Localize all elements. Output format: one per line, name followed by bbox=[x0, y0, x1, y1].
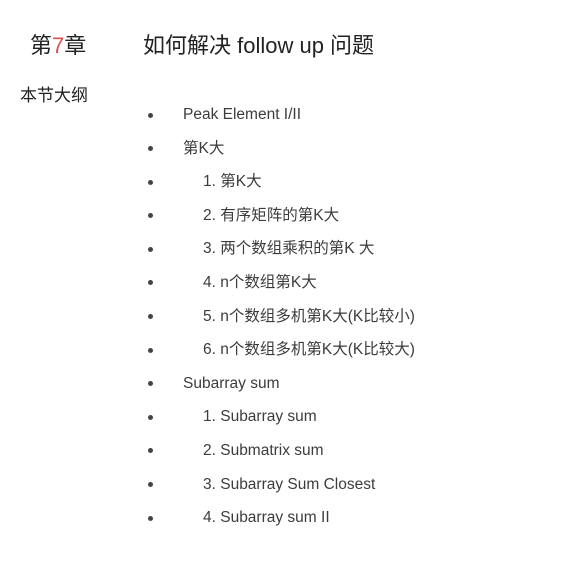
outline-item: 1. Subarray sum bbox=[0, 400, 568, 434]
bullet-icon bbox=[148, 414, 153, 420]
bullet-icon bbox=[148, 179, 153, 185]
outline-list: Peak Element I/II 第K大 1. 第K大 2. 有序矩阵的第K大… bbox=[0, 98, 568, 535]
bullet-icon bbox=[148, 347, 153, 353]
outline-item-text: 6. n个数组多机第K大(K比较大) bbox=[203, 341, 415, 359]
outline-item-text: Subarray sum bbox=[183, 374, 280, 392]
outline-item: 3. 两个数组乘积的第K 大 bbox=[0, 232, 568, 266]
bullet-icon bbox=[148, 213, 153, 219]
outline-item-text: 3. Subarray Sum Closest bbox=[203, 475, 376, 493]
outline-item-text: 4. n个数组第K大 bbox=[203, 273, 317, 291]
outline-item: 4. Subarray sum II bbox=[0, 501, 568, 535]
chapter-suffix: 章 bbox=[64, 33, 87, 58]
bullet-icon bbox=[148, 314, 153, 320]
outline-item-text: 3. 两个数组乘积的第K 大 bbox=[203, 240, 375, 258]
outline-item: 1. 第K大 bbox=[0, 165, 568, 199]
bullet-icon bbox=[148, 280, 153, 286]
bullet-icon bbox=[148, 246, 153, 252]
outline-item: 2. Submatrix sum bbox=[0, 434, 568, 468]
bullet-icon bbox=[148, 112, 153, 118]
outline-item-text: 5. n个数组多机第K大(K比较小) bbox=[203, 307, 415, 325]
outline-item-text: Peak Element I/II bbox=[183, 106, 302, 123]
bullet-icon bbox=[148, 381, 153, 387]
chapter-title: 如何解决 follow up 问题 bbox=[143, 33, 375, 58]
outline-item-text: 2. 有序矩阵的第K大 bbox=[203, 206, 340, 224]
chapter-label: 第7章 bbox=[30, 31, 86, 61]
outline-item: 5. n个数组多机第K大(K比较小) bbox=[0, 300, 568, 334]
outline-item: 第K大 bbox=[0, 132, 568, 166]
outline-item: Subarray sum bbox=[0, 367, 568, 401]
outline-item: 3. Subarray Sum Closest bbox=[0, 468, 568, 502]
bullet-icon bbox=[148, 448, 153, 454]
bullet-icon bbox=[148, 515, 153, 521]
outline-item: 4. n个数组第K大 bbox=[0, 266, 568, 300]
bullet-icon bbox=[148, 146, 153, 152]
outline-item-text: 1. Subarray sum bbox=[203, 408, 317, 426]
outline-item: Peak Element I/II bbox=[0, 98, 568, 132]
outline-item-text: 1. 第K大 bbox=[203, 173, 262, 191]
bullet-icon bbox=[148, 482, 153, 488]
outline-item-text: 4. Subarray sum II bbox=[203, 509, 330, 527]
chapter-prefix: 第 bbox=[30, 33, 53, 58]
outline-item-text: 2. Submatrix sum bbox=[203, 441, 324, 459]
outline-item-text: 第K大 bbox=[183, 139, 225, 157]
outline-item: 6. n个数组多机第K大(K比较大) bbox=[0, 333, 568, 367]
outline-item: 2. 有序矩阵的第K大 bbox=[0, 199, 568, 233]
chapter-number: 7 bbox=[52, 33, 65, 58]
